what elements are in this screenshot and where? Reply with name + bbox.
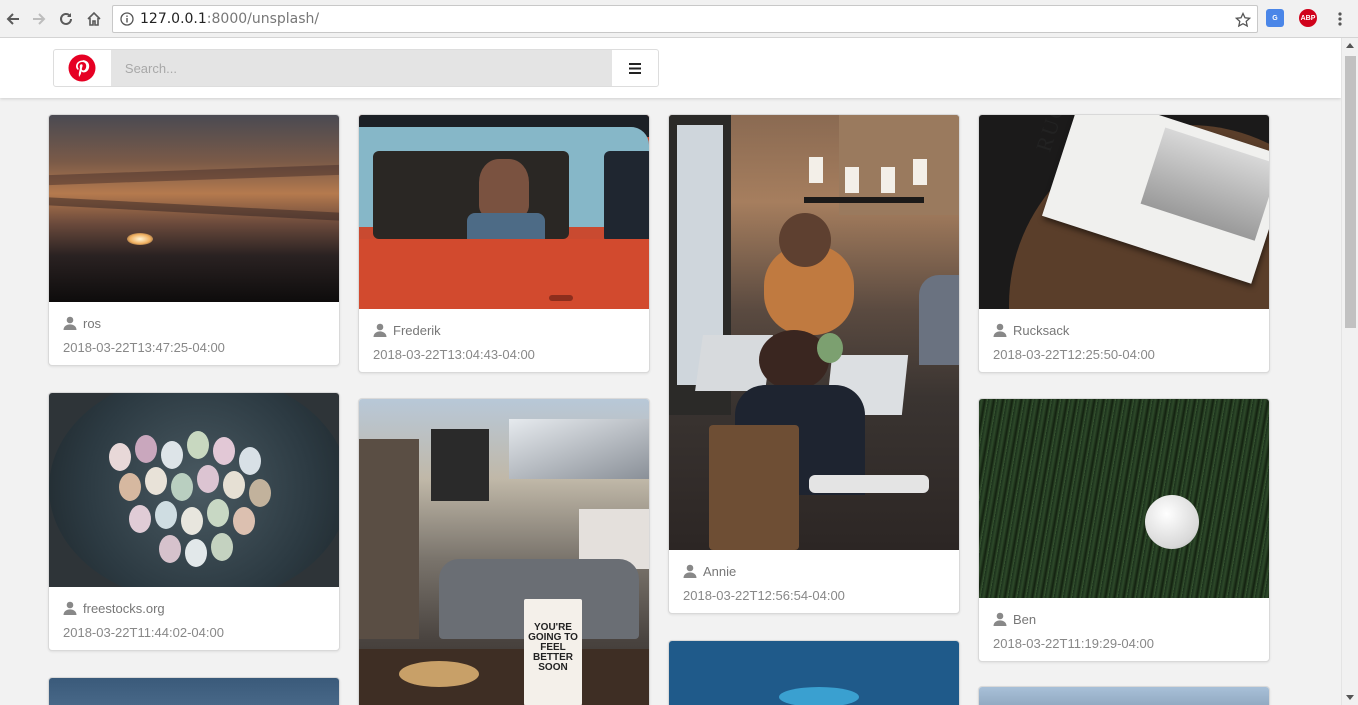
user-icon — [373, 323, 387, 337]
pinterest-icon — [68, 54, 96, 82]
scrollbar-thumb[interactable] — [1345, 56, 1356, 328]
home-button[interactable] — [83, 8, 105, 30]
author-name: freestocks.org — [83, 600, 165, 616]
author-name: Ben — [1013, 611, 1037, 627]
browser-toolbar: 127.0.0.1:8000/unsplash/ G ABP — [0, 0, 1358, 38]
search-bar — [53, 49, 659, 87]
timestamp: 2018-03-22T11:44:02-04:00 — [63, 625, 224, 640]
arrow-left-icon — [6, 13, 19, 25]
kebab-menu-icon — [1338, 12, 1342, 26]
timestamp: 2018-03-22T11:19:29-04:00 — [993, 636, 1154, 651]
reload-icon — [60, 12, 72, 25]
photo-rucksack-magazine: RUCKSACK — [979, 115, 1269, 309]
site-navbar — [0, 38, 1341, 98]
timestamp: 2018-03-22T12:56:54-04:00 — [683, 588, 845, 603]
photo-card[interactable]: Ben 2018-03-22T11:19:29-04:00 — [978, 398, 1270, 662]
author[interactable]: Ben — [993, 610, 1255, 628]
author-name: ros — [83, 315, 102, 331]
home-icon — [87, 11, 101, 26]
photo-partial — [979, 687, 1269, 705]
forward-button[interactable] — [28, 8, 50, 30]
author[interactable]: Rucksack — [993, 321, 1255, 339]
author[interactable]: ros — [63, 314, 325, 332]
photo-golf-ball — [979, 399, 1269, 598]
photo-partial — [49, 678, 339, 705]
photo-card[interactable]: ros 2018-03-22T13:47:25-04:00 — [48, 114, 340, 366]
photo-coffee-street: YOU'RE GOING TO FEEL BETTER SOON — [359, 399, 649, 705]
user-icon — [683, 564, 697, 578]
hamburger-icon — [629, 62, 642, 74]
user-icon — [993, 323, 1007, 337]
translate-extension-icon[interactable]: G — [1266, 9, 1284, 27]
url-text: 127.0.0.1:8000/unsplash/ — [140, 11, 320, 27]
address-bar[interactable]: 127.0.0.1:8000/unsplash/ — [112, 5, 1258, 33]
timestamp: 2018-03-22T13:04:43-04:00 — [373, 347, 535, 362]
author[interactable]: Annie — [683, 562, 945, 580]
cup-text: YOU'RE GOING TO FEEL BETTER SOON — [528, 622, 578, 673]
bookmark-star-icon[interactable] — [1235, 12, 1251, 28]
author-name: Frederik — [393, 322, 441, 338]
user-icon — [63, 601, 77, 615]
user-icon — [63, 316, 77, 330]
author[interactable]: freestocks.org — [63, 599, 325, 617]
photo-eggs — [49, 393, 339, 587]
photo-workspace — [669, 115, 959, 550]
adblock-extension-icon[interactable]: ABP — [1299, 9, 1317, 27]
scroll-up-icon[interactable] — [1346, 43, 1354, 48]
vertical-scrollbar[interactable] — [1341, 38, 1358, 705]
reload-button[interactable] — [55, 8, 77, 30]
photo-card[interactable]: Frederik 2018-03-22T13:04:43-04:00 — [358, 114, 650, 373]
photo-van — [359, 115, 649, 309]
browser-menu-button[interactable] — [1329, 8, 1351, 30]
photo-card[interactable] — [668, 640, 960, 705]
photo-card[interactable]: RUCKSACK Rucksack 2018-03-22T12:25:50-04… — [978, 114, 1270, 373]
pinterest-logo[interactable] — [54, 50, 111, 86]
user-icon — [993, 612, 1007, 626]
page-content: ros 2018-03-22T13:47:25-04:00 Frederik 2… — [0, 38, 1341, 705]
scroll-down-icon[interactable] — [1346, 695, 1354, 700]
author[interactable]: Frederik — [373, 321, 635, 339]
menu-button[interactable] — [612, 50, 658, 86]
search-input[interactable] — [110, 50, 613, 86]
photo-card[interactable] — [48, 677, 340, 705]
photo-card[interactable]: freestocks.org 2018-03-22T11:44:02-04:00 — [48, 392, 340, 651]
back-button[interactable] — [2, 8, 24, 30]
magazine-title: RUCKSACK — [1031, 115, 1098, 155]
photo-card[interactable] — [978, 686, 1270, 705]
arrow-right-icon — [33, 13, 46, 25]
timestamp: 2018-03-22T13:47:25-04:00 — [63, 340, 225, 355]
author-name: Annie — [703, 563, 737, 579]
photo-card[interactable]: Annie 2018-03-22T12:56:54-04:00 — [668, 114, 960, 614]
author-name: Rucksack — [1013, 322, 1070, 338]
info-icon[interactable] — [120, 12, 134, 26]
photo-partial — [669, 641, 959, 705]
photo-sunset — [49, 115, 339, 302]
timestamp: 2018-03-22T12:25:50-04:00 — [993, 347, 1155, 362]
photo-card[interactable]: YOU'RE GOING TO FEEL BETTER SOON — [358, 398, 650, 705]
